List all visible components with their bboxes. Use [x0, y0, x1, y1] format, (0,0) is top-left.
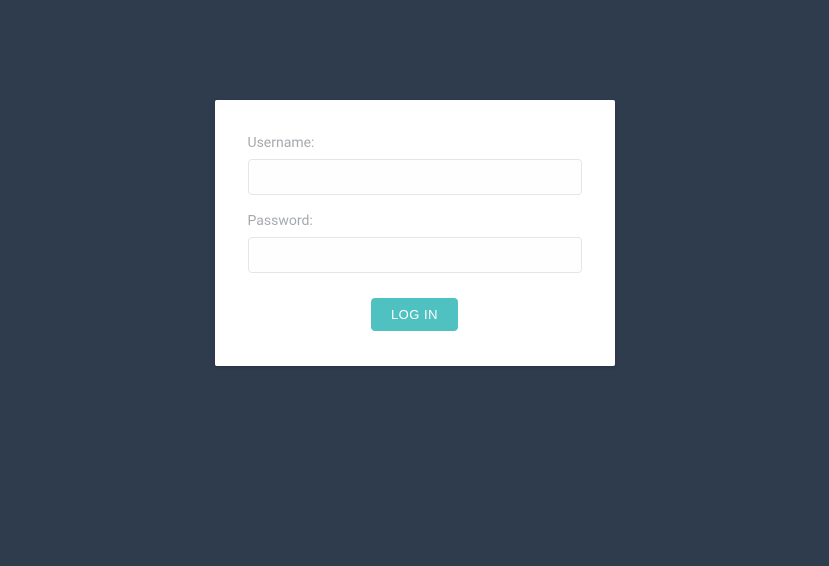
login-card: Username: Password: LOG IN	[215, 100, 615, 366]
username-input[interactable]	[248, 159, 582, 195]
login-button[interactable]: LOG IN	[371, 298, 458, 331]
button-row: LOG IN	[248, 298, 582, 331]
username-group: Username:	[248, 135, 582, 195]
password-group: Password:	[248, 213, 582, 273]
username-label: Username:	[248, 135, 582, 151]
password-label: Password:	[248, 213, 582, 229]
password-input[interactable]	[248, 237, 582, 273]
